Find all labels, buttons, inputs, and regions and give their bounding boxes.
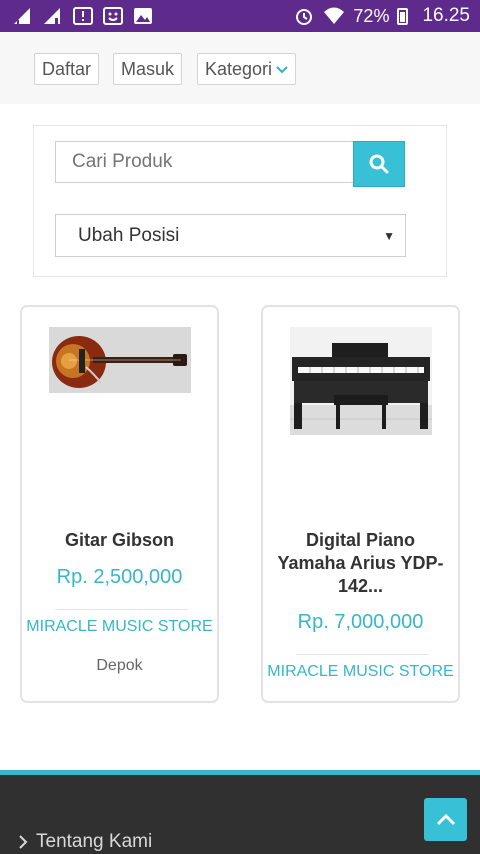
divider bbox=[55, 609, 188, 610]
kategori-label: Kategori bbox=[205, 58, 273, 79]
store-city: Depok bbox=[96, 657, 143, 674]
product-card[interactable]: Digital Piano Yamaha Arius YDP-142... Rp… bbox=[261, 305, 460, 703]
product-card[interactable]: Gitar Gibson Rp. 2,500,000 MIRACLE MUSIC… bbox=[20, 305, 219, 703]
masuk-button[interactable]: Masuk bbox=[113, 53, 183, 85]
search-button[interactable] bbox=[353, 141, 405, 187]
product-image-guitar[interactable] bbox=[49, 327, 191, 393]
wifi-icon bbox=[324, 7, 345, 24]
signal-icon bbox=[14, 8, 30, 24]
footer-link-label: Tentang Kami bbox=[36, 831, 153, 852]
status-left-icons bbox=[12, 6, 154, 26]
footer: Tentang Kami bbox=[0, 775, 480, 854]
store-name[interactable]: MIRACLE MUSIC STORE bbox=[263, 664, 458, 680]
battery-percent: 72% bbox=[353, 5, 390, 26]
product-name[interactable]: Digital Piano Yamaha Arius YDP-142... bbox=[263, 529, 458, 598]
top-nav: Daftar Masuk Kategori bbox=[0, 32, 480, 104]
scroll-to-top-button[interactable] bbox=[424, 798, 467, 841]
chevron-down-icon bbox=[276, 66, 288, 74]
footer-link-tentang-kami[interactable]: Tentang Kami bbox=[18, 831, 152, 853]
alarm-icon bbox=[296, 9, 313, 25]
product-name[interactable]: Gitar Gibson bbox=[22, 529, 217, 552]
notification-icon bbox=[73, 7, 93, 25]
kategori-dropdown[interactable]: Kategori bbox=[197, 53, 297, 85]
chevron-up-icon bbox=[436, 813, 455, 825]
status-right-icons: 72% 16.25 bbox=[293, 5, 470, 27]
product-price: Rp. 2,500,000 bbox=[56, 566, 183, 588]
clock: 16.25 bbox=[422, 5, 470, 26]
status-bar: 72% 16.25 bbox=[0, 0, 480, 32]
product-price: Rp. 7,000,000 bbox=[297, 611, 424, 633]
chevron-right-icon bbox=[19, 835, 28, 849]
sort-select[interactable]: Ubah Posisi ▼ bbox=[55, 214, 406, 257]
search-icon bbox=[369, 154, 389, 174]
image-icon bbox=[134, 8, 152, 24]
daftar-button[interactable]: Daftar bbox=[34, 53, 100, 85]
divider bbox=[296, 654, 429, 655]
store-name[interactable]: MIRACLE MUSIC STORE bbox=[22, 619, 217, 635]
caret-down-icon: ▼ bbox=[383, 228, 395, 243]
notification-icon bbox=[103, 7, 123, 25]
signal-icon bbox=[44, 8, 60, 24]
battery-icon bbox=[397, 7, 409, 25]
sort-select-value: Ubah Posisi bbox=[78, 224, 180, 246]
search-panel: Ubah Posisi ▼ bbox=[33, 125, 447, 277]
search-input[interactable] bbox=[55, 141, 354, 183]
product-image-piano[interactable] bbox=[290, 327, 432, 435]
